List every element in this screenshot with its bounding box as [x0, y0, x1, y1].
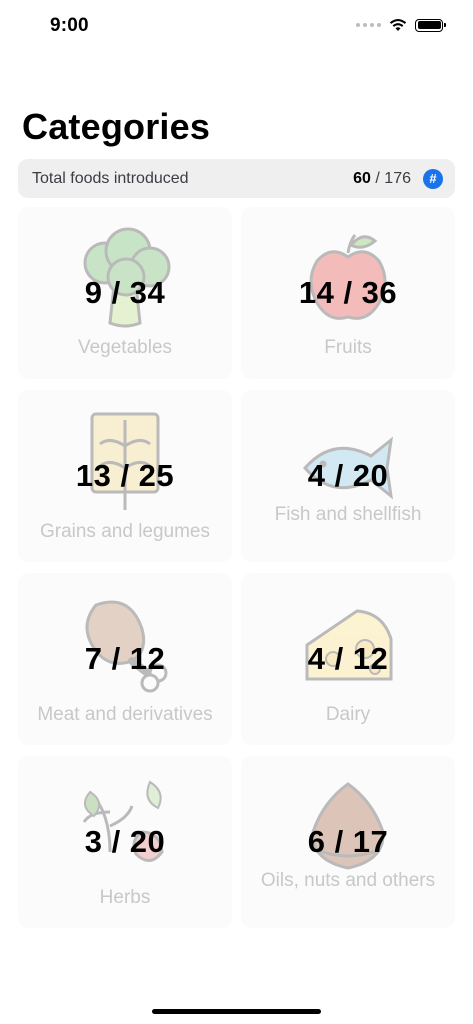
category-card-dairy[interactable]: 4 / 12 Dairy	[241, 573, 455, 745]
page-title: Categories	[22, 106, 211, 147]
summary-bar: Total foods introduced 60 / 176 #	[18, 159, 455, 198]
summary-label: Total foods introduced	[32, 169, 189, 187]
category-name: Fruits	[324, 337, 372, 358]
status-icons	[356, 18, 446, 32]
introduced-count: 60	[353, 169, 371, 187]
category-name: Meat and derivatives	[37, 704, 213, 725]
summary-count: 60 / 176	[353, 169, 411, 187]
category-count: 14 / 36	[298, 275, 398, 310]
category-count: 3 / 20	[84, 824, 166, 859]
category-card-vegetables[interactable]: 9 / 34 Vegetables	[18, 207, 232, 379]
category-card-grains[interactable]: 13 / 25 Grains and legumes	[18, 390, 232, 562]
home-indicator[interactable]	[152, 1009, 321, 1014]
battery-icon	[415, 18, 446, 32]
category-count: 6 / 17	[307, 824, 389, 859]
category-name: Grains and legumes	[39, 521, 211, 542]
category-count: 9 / 34	[84, 275, 166, 310]
signal-icon	[356, 23, 381, 27]
category-card-herbs[interactable]: 3 / 20 Herbs	[18, 756, 232, 928]
category-count: 4 / 20	[307, 458, 389, 493]
category-name: Herbs	[99, 887, 151, 908]
category-count: 13 / 25	[75, 458, 175, 493]
hash-icon[interactable]: #	[423, 168, 443, 189]
category-count: 7 / 12	[84, 641, 166, 676]
category-name: Vegetables	[77, 337, 173, 358]
status-bar: 9:00	[0, 0, 473, 54]
category-card-fruits[interactable]: 14 / 36 Fruits	[241, 207, 455, 379]
category-name: Oils, nuts and others	[260, 870, 436, 891]
category-card-fish[interactable]: 4 / 20 Fish and shellfish	[241, 390, 455, 562]
category-card-meat[interactable]: 7 / 12 Meat and derivatives	[18, 573, 232, 745]
category-name: Dairy	[325, 704, 371, 725]
wifi-icon	[389, 19, 407, 31]
status-time: 9:00	[50, 15, 89, 36]
category-card-oils-nuts[interactable]: 6 / 17 Oils, nuts and others	[241, 756, 455, 928]
category-count: 4 / 12	[307, 641, 389, 676]
category-name: Fish and shellfish	[274, 504, 422, 525]
total-count: 176	[384, 169, 411, 187]
